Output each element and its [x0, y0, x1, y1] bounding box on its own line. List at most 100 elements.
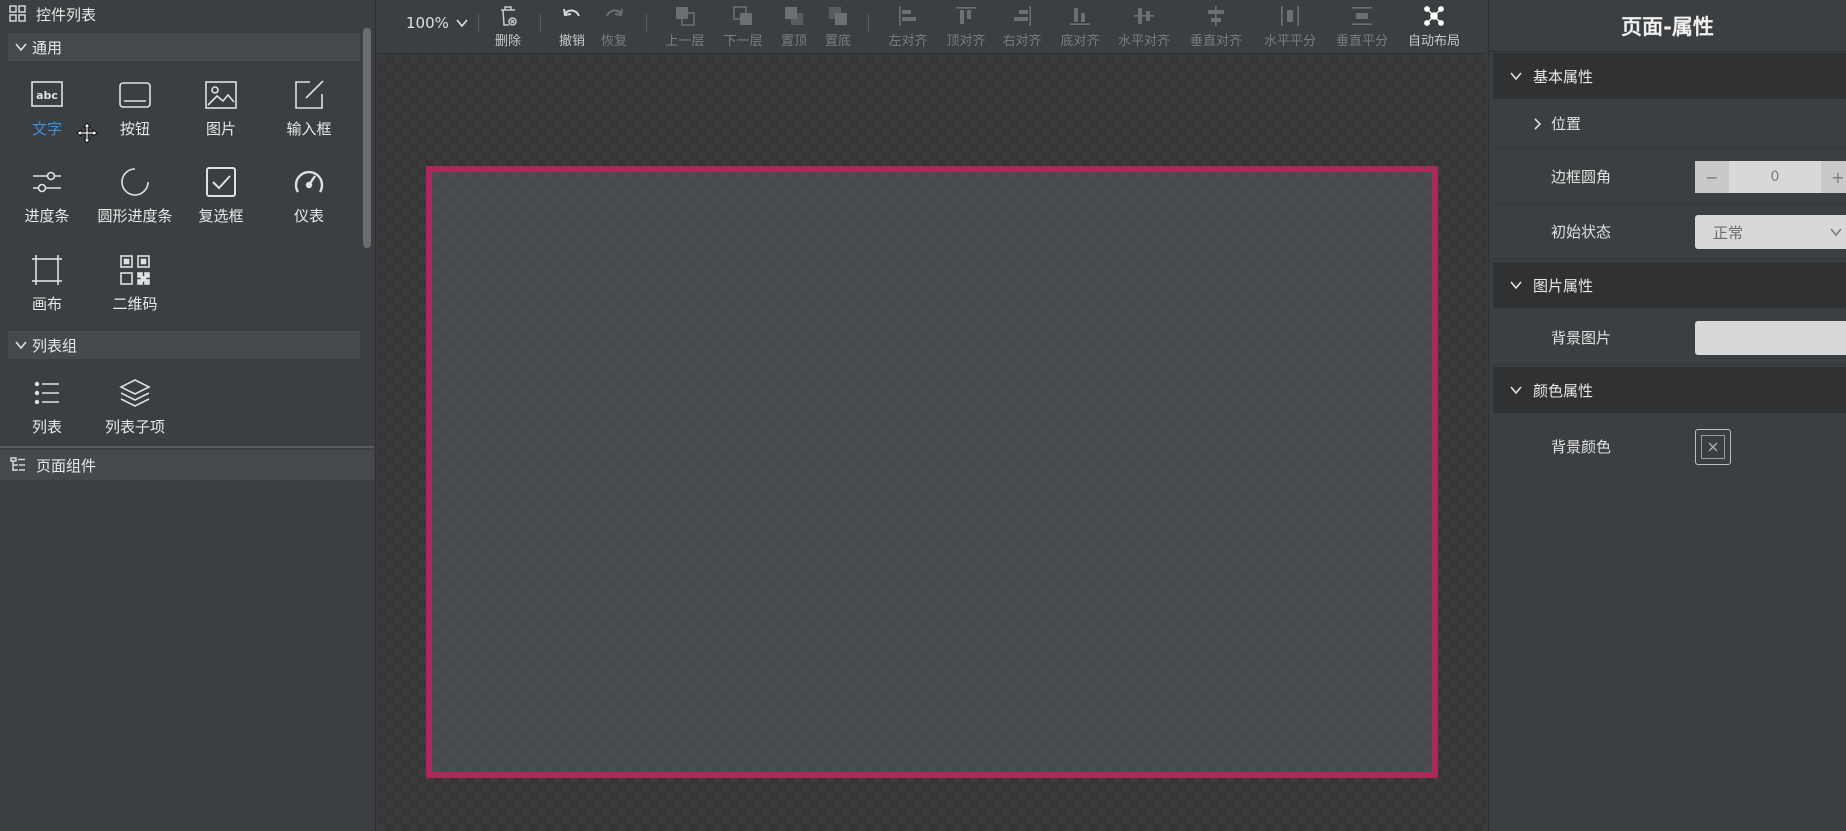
widget-circle-progress[interactable]: 圆形进度条 — [91, 161, 179, 239]
align-right-button[interactable]: 右对齐 — [998, 2, 1046, 52]
align-right-label: 右对齐 — [1002, 34, 1042, 49]
widget-label: 仪表 — [293, 207, 324, 225]
section-color-properties[interactable]: 颜色属性 — [1493, 367, 1846, 413]
toolbar-separator — [646, 14, 647, 32]
input-icon — [295, 80, 324, 109]
section-image-properties[interactable]: 图片属性 — [1493, 262, 1846, 308]
align-v-center-label: 垂直对齐 — [1189, 34, 1242, 49]
widget-panel: 控件列表 通用 abc 文字 按钮 图片 输入框 进度条 圆形进度条 复选框 仪… — [0, 0, 376, 831]
trash-icon — [501, 6, 517, 26]
group-header-list[interactable]: 列表组 — [8, 331, 360, 359]
widget-button[interactable]: 按钮 — [91, 74, 179, 152]
delete-label: 删除 — [494, 34, 521, 49]
button-icon — [119, 82, 151, 108]
bg-image-input[interactable] — [1695, 321, 1846, 355]
widget-list[interactable]: 列表 — [3, 372, 91, 450]
bg-image-row: 背景图片 — [1493, 310, 1846, 365]
widget-label: 列表 — [31, 418, 62, 436]
section-label: 图片属性 — [1533, 276, 1594, 295]
page-frame[interactable] — [426, 166, 1438, 778]
auto-layout-icon — [1424, 6, 1444, 26]
grid-icon — [9, 5, 26, 22]
toolbar-separator — [868, 14, 869, 32]
widget-list-scrollbar[interactable] — [363, 28, 371, 248]
align-bottom-button[interactable]: 底对齐 — [1056, 2, 1104, 52]
align-left-button[interactable]: 左对齐 — [884, 2, 932, 52]
undo-icon — [563, 8, 580, 17]
undo-label: 撤销 — [558, 34, 585, 49]
distribute-horizontal-icon — [1281, 6, 1299, 26]
bg-color-picker[interactable] — [1695, 429, 1731, 465]
distribute-v-button[interactable]: 垂直平分 — [1332, 2, 1392, 52]
canvas-icon — [32, 255, 62, 285]
qrcode-icon — [120, 255, 150, 285]
panel-splitter[interactable] — [0, 446, 374, 448]
widget-checkbox[interactable]: 复选框 — [177, 161, 265, 239]
down-layer-button[interactable]: 下一层 — [718, 2, 768, 52]
widget-image[interactable]: 图片 — [177, 74, 265, 152]
widget-input[interactable]: 输入框 — [265, 74, 353, 152]
widget-label: 二维码 — [112, 295, 158, 313]
border-radius-value[interactable]: 0 — [1729, 169, 1821, 185]
position-row[interactable]: 位置 — [1493, 99, 1846, 149]
to-top-button[interactable]: 置顶 — [774, 2, 814, 52]
align-top-label: 顶对齐 — [946, 34, 986, 49]
decrement-button[interactable]: − — [1695, 161, 1729, 193]
distribute-h-button[interactable]: 水平平分 — [1260, 2, 1320, 52]
zoom-value: 100% — [406, 14, 449, 32]
group-header-general[interactable]: 通用 — [8, 33, 360, 61]
move-cursor-icon — [76, 122, 98, 144]
toolbar: 100% 删除 撤销 恢复 上一层 下一层 置顶 置底 左对齐 顶对齐 右对齐 … — [378, 0, 1486, 54]
up-layer-button[interactable]: 上一层 — [660, 2, 710, 52]
align-left-icon — [899, 6, 916, 26]
border-radius-row: 边框圆角 − 0 + — [1493, 149, 1846, 204]
page-components-panel: 页面组件 — [0, 450, 374, 480]
align-bottom-label: 底对齐 — [1060, 34, 1100, 49]
widget-label: 画布 — [31, 295, 62, 313]
distribute-vertical-icon — [1352, 7, 1372, 25]
initial-state-select[interactable]: 正常 — [1695, 215, 1846, 249]
chevron-down-icon — [1510, 72, 1522, 81]
page-components-header: 页面组件 — [0, 450, 374, 480]
widget-label: 按钮 — [119, 120, 150, 138]
distribute-h-label: 水平平分 — [1263, 34, 1316, 49]
to-bottom-button[interactable]: 置底 — [818, 2, 858, 52]
align-h-center-button[interactable]: 水平对齐 — [1114, 2, 1174, 52]
send-to-back-icon — [829, 7, 847, 25]
distribute-v-label: 垂直平分 — [1335, 34, 1388, 49]
widget-label: 输入框 — [286, 120, 332, 138]
section-basic-properties[interactable]: 基本属性 — [1493, 53, 1846, 99]
widget-gauge[interactable]: 仪表 — [265, 161, 353, 239]
widget-label: 进度条 — [24, 207, 70, 225]
send-backward-icon — [733, 6, 752, 25]
bring-forward-icon — [676, 7, 695, 26]
redo-button[interactable]: 恢复 — [592, 2, 636, 52]
gauge-icon — [294, 170, 324, 193]
properties-title: 页面-属性 — [1489, 0, 1846, 52]
bg-color-row: 背景颜色 — [1493, 419, 1846, 474]
align-right-icon — [1014, 6, 1031, 26]
align-horizontal-center-icon — [1134, 8, 1154, 24]
widget-canvas[interactable]: 画布 — [3, 249, 91, 327]
increment-button[interactable]: + — [1821, 161, 1846, 193]
chevron-down-icon — [1510, 281, 1522, 290]
widget-list-header: 控件列表 — [0, 0, 376, 28]
auto-layout-button[interactable]: 自动布局 — [1404, 2, 1464, 52]
design-canvas[interactable] — [378, 55, 1486, 831]
delete-button[interactable]: 删除 — [486, 2, 530, 52]
align-v-center-button[interactable]: 垂直对齐 — [1186, 2, 1246, 52]
widget-qrcode[interactable]: 二维码 — [91, 249, 179, 327]
align-bottom-icon — [1070, 8, 1090, 25]
align-top-button[interactable]: 顶对齐 — [942, 2, 990, 52]
border-radius-stepper: − 0 + — [1695, 161, 1846, 193]
toolbar-separator — [478, 14, 479, 32]
zoom-select[interactable]: 100% — [406, 14, 469, 32]
widget-list-item[interactable]: 列表子项 — [91, 372, 179, 450]
image-icon — [205, 81, 237, 109]
widget-slider[interactable]: 进度条 — [3, 161, 91, 239]
undo-button[interactable]: 撤销 — [550, 2, 594, 52]
svg-text:abc: abc — [36, 89, 58, 102]
list-icon — [34, 381, 59, 405]
position-expander[interactable]: 位置 — [1531, 113, 1581, 134]
section-label: 颜色属性 — [1533, 381, 1594, 400]
